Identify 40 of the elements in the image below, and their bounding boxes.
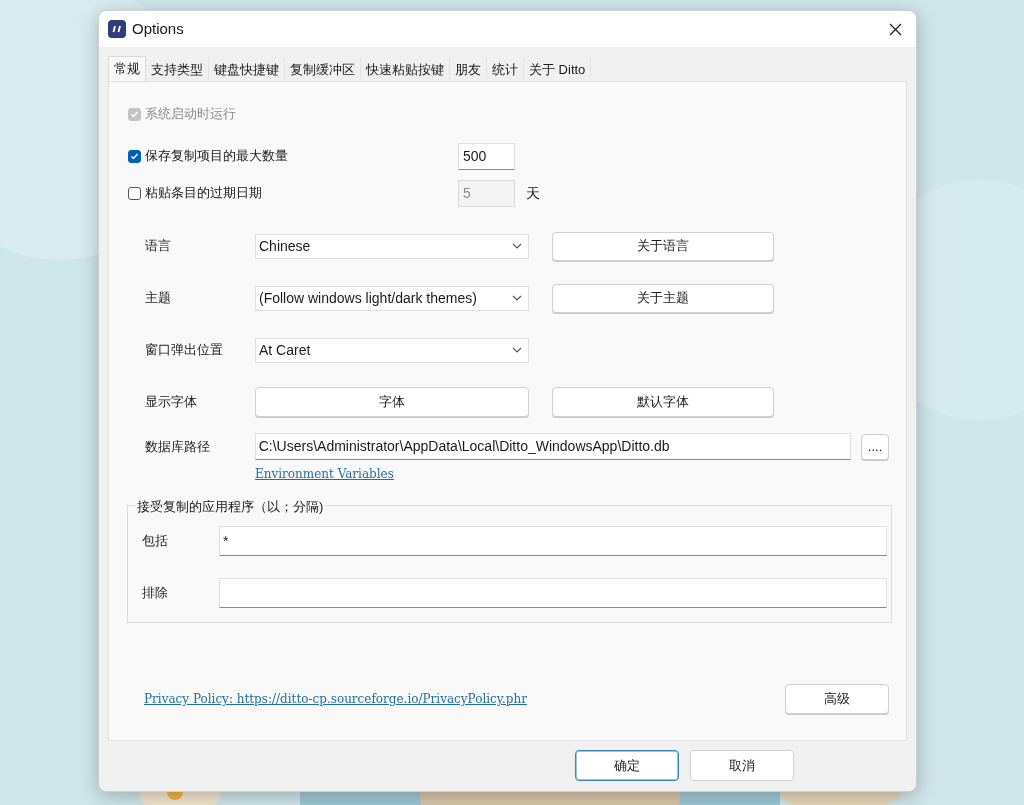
checkbox[interactable]: [128, 149, 141, 163]
push-button[interactable]: ....: [861, 433, 889, 460]
group-title: 接受复制的应用程序（以；分隔): [135, 497, 326, 517]
dropdown[interactable]: (Follow windows light/dark themes): [255, 285, 529, 311]
push-button[interactable]: 默认字体: [552, 387, 774, 417]
push-button[interactable]: 关于主题: [552, 283, 774, 313]
dialog-button[interactable]: 取消: [690, 750, 794, 781]
checkmark-icon: [130, 151, 139, 161]
tab[interactable]: 常规: [108, 56, 146, 81]
setting-label: 主题: [145, 289, 172, 308]
environment-variables-link[interactable]: Environment Variables: [255, 465, 394, 483]
checkmark-icon: [130, 109, 139, 119]
window-title: Options: [132, 18, 184, 39]
setting-label: 数据库路径: [145, 437, 211, 456]
setting-label: 窗口弹出位置: [145, 341, 224, 360]
path-field[interactable]: C:\Users\Administrator\AppData\Local\Ditto_WindowsApp\Ditto.db: [254, 433, 852, 460]
app-icon: [108, 20, 126, 38]
chevron-down-icon: [512, 243, 522, 249]
dropdown[interactable]: At Caret: [255, 337, 529, 363]
setting-label: 显示字体: [145, 393, 198, 412]
push-button[interactable]: 关于语言: [552, 231, 774, 261]
field-label: 排除: [142, 584, 169, 603]
privacy-policy-link[interactable]: Privacy Policy: https://ditto-cp.sourceforge.io/PrivacyPolicy.phr: [144, 690, 527, 708]
close-icon[interactable]: [889, 22, 902, 36]
setting-label: 语言: [145, 237, 172, 256]
field-label: 包括: [142, 532, 169, 551]
number-field[interactable]: 500: [458, 142, 515, 170]
input-field[interactable]: [219, 578, 887, 608]
input-field[interactable]: *: [219, 526, 887, 556]
push-button[interactable]: 字体: [255, 387, 529, 417]
checkbox[interactable]: [128, 186, 141, 200]
chevron-down-icon: [512, 347, 522, 353]
checkbox-label: 系统启动时运行: [145, 105, 237, 124]
checkbox-label: 粘贴条目的过期日期: [145, 184, 263, 203]
dropdown[interactable]: Chinese: [255, 233, 529, 259]
unit-label: 天: [526, 183, 540, 203]
push-button[interactable]: 高级: [785, 684, 889, 714]
chevron-down-icon: [512, 295, 522, 301]
dialog-button[interactable]: 确定: [575, 750, 679, 781]
checkbox-label: 保存复制项目的最大数量: [145, 147, 289, 166]
